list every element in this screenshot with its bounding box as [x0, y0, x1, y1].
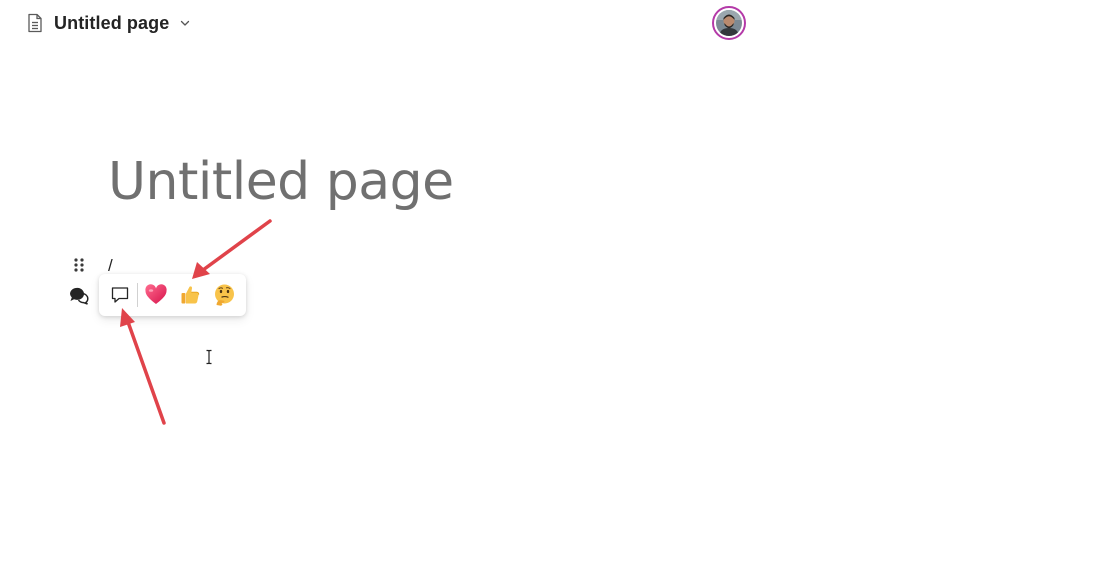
reaction-toolbar: [99, 274, 246, 316]
page-title: Untitled page: [54, 12, 170, 33]
chevron-down-icon: [177, 17, 191, 29]
arrow-to-thumbs-up: [192, 219, 272, 279]
page-title-dropdown[interactable]: Untitled page: [24, 9, 191, 37]
document-icon: [24, 12, 46, 34]
thumbs-up-reaction-button[interactable]: [177, 281, 203, 309]
thumbs-up-emoji-icon: [179, 284, 201, 306]
comment-icon: [109, 284, 131, 306]
thinking-face-reaction-button[interactable]: [211, 281, 237, 309]
user-avatar[interactable]: [712, 6, 746, 40]
heart-emoji-icon: [144, 284, 168, 306]
block-text[interactable]: /: [108, 256, 113, 276]
heart-reaction-button[interactable]: [143, 281, 169, 309]
drag-handle-icon[interactable]: [72, 256, 86, 274]
avatar-photo-icon: [716, 10, 742, 36]
text-cursor-icon: [204, 349, 214, 365]
toolbar-divider: [137, 283, 138, 307]
comments-icon[interactable]: [68, 285, 90, 305]
thinking-face-emoji-icon: [212, 283, 236, 307]
page-canvas: Untitled page Untitled page /: [0, 0, 1106, 586]
arrow-to-comment-button: [120, 308, 166, 425]
page-heading[interactable]: Untitled page: [108, 152, 454, 212]
comment-button[interactable]: [107, 281, 133, 309]
